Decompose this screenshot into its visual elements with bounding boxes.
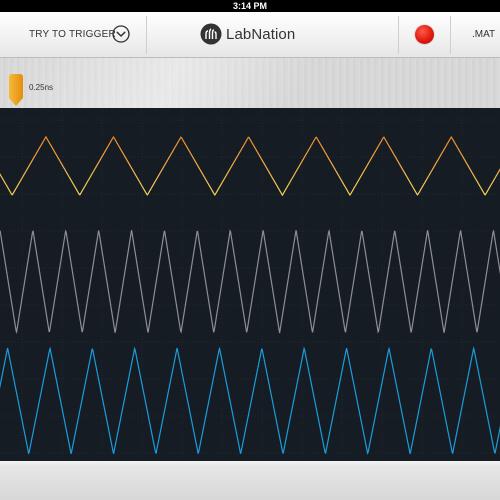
toolbar-divider (450, 16, 451, 54)
trigger-mode-label[interactable]: TRY TO TRIGGER (29, 29, 116, 40)
cursor-rail (0, 58, 500, 108)
cursor-marker-icon[interactable] (9, 74, 23, 106)
cursor-time-label: 0.25ns (29, 83, 54, 92)
export-mat-button[interactable]: .MAT (472, 29, 495, 40)
record-button[interactable] (415, 25, 434, 44)
chevron-down-circle-icon[interactable] (112, 25, 130, 43)
bottom-bar (0, 461, 500, 500)
status-bar: 3:14 PM (0, 0, 500, 12)
toolbar-divider (398, 16, 399, 54)
toolbar-divider (146, 16, 147, 54)
waveform-channel-3 (0, 346, 500, 455)
logo-text: LabNation (226, 25, 296, 43)
waveform-layer (0, 135, 500, 455)
waveform-channel-1 (0, 135, 500, 197)
labnation-logo-icon (200, 23, 222, 45)
oscilloscope-app: 3:14 PM TRY TO TRIGGER LabNation .MAT 0.… (0, 0, 500, 500)
waveform-channel-2 (0, 228, 500, 335)
status-time: 3:14 PM (232, 1, 267, 11)
brand-logo: LabNation (200, 22, 295, 46)
toolbar: TRY TO TRIGGER LabNation .MAT (0, 12, 500, 58)
scope-display[interactable] (0, 108, 500, 461)
